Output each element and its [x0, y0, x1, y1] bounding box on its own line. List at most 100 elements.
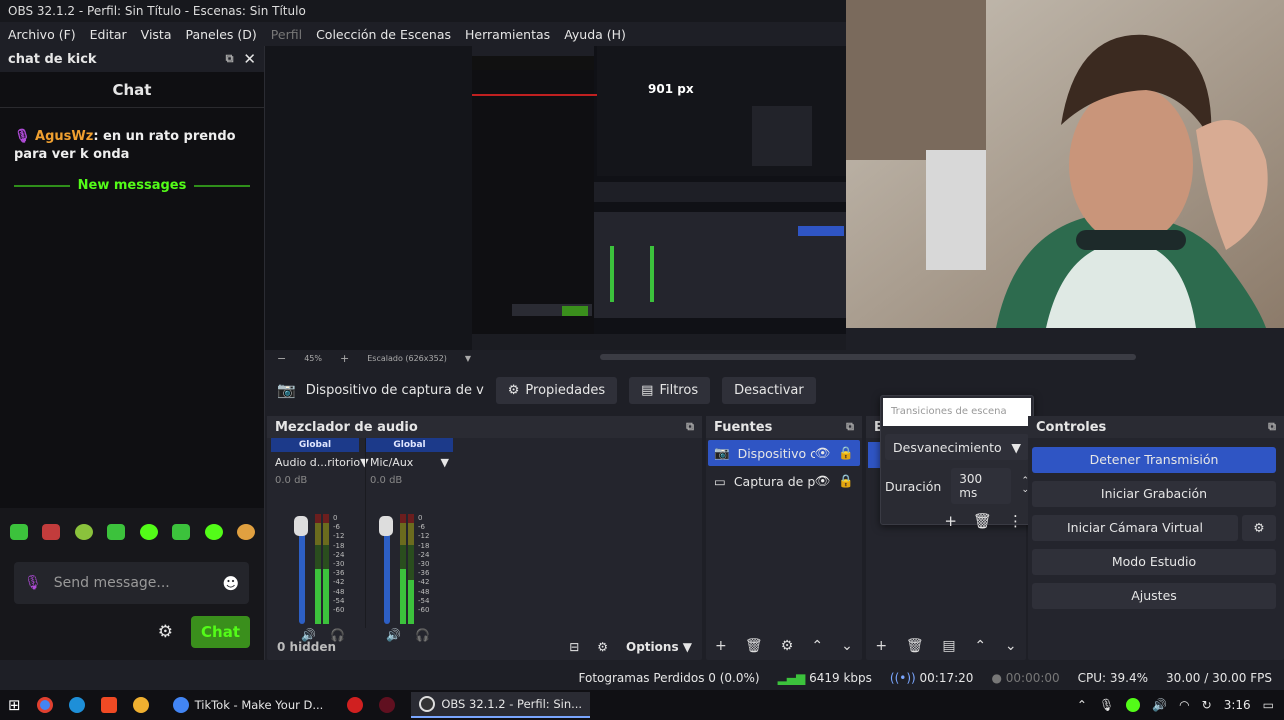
webcam-graphic: [846, 0, 1284, 328]
start-virtual-camera-button[interactable]: Iniciar Cámara Virtual: [1032, 515, 1238, 541]
options-button[interactable]: Options ▼: [626, 640, 692, 654]
add-icon[interactable]: +: [875, 638, 887, 654]
menu-perfil[interactable]: Perfil: [271, 27, 302, 42]
chevron-down-icon[interactable]: ▼: [441, 456, 449, 469]
emoji-icon[interactable]: ☻: [222, 574, 239, 593]
preview-scrollbar[interactable]: [600, 354, 1136, 360]
menu-bar: Archivo (F) Editar Vista Paneles (D) Per…: [0, 22, 846, 46]
menu-editar[interactable]: Editar: [90, 27, 127, 42]
taskbar-app-tiktok[interactable]: TikTok - Make Your D...: [165, 693, 332, 717]
filter-icon[interactable]: ▤: [942, 638, 955, 654]
volume-slider[interactable]: [294, 516, 308, 624]
broadcast-icon: ((•)): [889, 671, 916, 685]
properties-button[interactable]: ⚙ Propiedades: [495, 376, 618, 404]
source-item[interactable]: 📷 Dispositivo c 👁 🔒: [708, 440, 860, 466]
menu-herramientas[interactable]: Herramientas: [465, 27, 550, 42]
gear-icon[interactable]: ⚙: [158, 622, 173, 642]
chat-send-button[interactable]: Chat: [191, 616, 250, 648]
trash-icon[interactable]: 🗑: [745, 638, 763, 654]
float-icon[interactable]: ⧉: [1268, 420, 1276, 434]
arrow-up-icon[interactable]: ⌃: [811, 638, 823, 654]
float-icon[interactable]: ⧉: [226, 52, 234, 66]
taskbar-app-obs[interactable]: OBS 32.1.2 - Perfil: Sin...: [411, 692, 591, 718]
channel-label[interactable]: Audio d...ritorio ▼: [271, 452, 369, 469]
layout-icon[interactable]: ⊟: [569, 640, 579, 654]
advanced-audio-icon[interactable]: ⚙: [597, 640, 608, 654]
obs-window: OBS 32.1.2 - Perfil: Sin Título - Escena…: [0, 0, 1284, 720]
trash-icon[interactable]: 🗑: [973, 512, 992, 530]
gear-icon[interactable]: ⚙: [781, 638, 794, 654]
clock[interactable]: 3:16: [1224, 698, 1251, 712]
wifi-icon[interactable]: ◠: [1179, 698, 1189, 712]
trash-icon[interactable]: 🗑: [906, 638, 924, 654]
emote-icon[interactable]: [139, 524, 158, 540]
eye-icon[interactable]: 👁: [815, 473, 831, 489]
menu-coleccion[interactable]: Colección de Escenas: [316, 27, 451, 42]
arrow-up-icon[interactable]: ⌃: [974, 638, 986, 654]
menu-paneles[interactable]: Paneles (D): [186, 27, 257, 42]
opera-icon[interactable]: [347, 697, 364, 713]
channel-tag: Global: [271, 438, 359, 452]
record-icon: ●: [991, 671, 1002, 685]
duration-input[interactable]: 300 ms: [951, 468, 1012, 504]
opera-gx-icon[interactable]: [379, 697, 396, 713]
studio-mode-button[interactable]: Modo Estudio: [1032, 549, 1276, 575]
chrome-profile-icon[interactable]: [132, 697, 149, 713]
chevron-down-icon[interactable]: ▼: [1011, 440, 1021, 455]
float-icon[interactable]: ⧉: [686, 420, 694, 434]
transition-select[interactable]: Desvanecimiento ▼: [885, 434, 1029, 460]
windows-start-icon[interactable]: ⊞: [8, 696, 21, 714]
add-icon[interactable]: +: [715, 638, 727, 654]
menu-ayuda[interactable]: Ayuda (H): [564, 27, 626, 42]
eye-icon[interactable]: 👁: [815, 445, 831, 461]
close-icon[interactable]: ✕: [243, 50, 256, 68]
add-icon[interactable]: +: [944, 512, 957, 530]
zoom-in-icon[interactable]: +: [340, 352, 349, 365]
stop-streaming-button[interactable]: Detener Transmisión: [1032, 447, 1276, 473]
emote-icon[interactable]: [42, 524, 61, 540]
edge-icon[interactable]: [68, 697, 85, 713]
status-bar: Fotogramas Perdidos 0 (0.0%) ▂▄▆ 6419 kb…: [0, 666, 1284, 690]
chrome-icon[interactable]: [36, 697, 53, 713]
zoom-out-icon[interactable]: −: [277, 352, 286, 365]
volume-slider-knob[interactable]: [379, 516, 393, 536]
lock-icon[interactable]: 🔒: [838, 445, 854, 461]
chat-dock-title: chat de kick: [8, 51, 97, 67]
arrow-down-icon[interactable]: ⌄: [1005, 638, 1017, 654]
volume-slider[interactable]: [379, 516, 393, 624]
menu-vista[interactable]: Vista: [141, 27, 172, 42]
sync-icon[interactable]: ↻: [1202, 698, 1212, 712]
settings-button[interactable]: Ajustes: [1032, 583, 1276, 609]
brave-icon[interactable]: [100, 697, 117, 713]
emote-icon[interactable]: [204, 524, 223, 540]
lock-icon[interactable]: 🔒: [838, 473, 854, 489]
chat-username[interactable]: AgusWz: [35, 129, 93, 144]
chevron-up-icon[interactable]: ⌃: [1077, 698, 1087, 712]
start-recording-button[interactable]: Iniciar Grabación: [1032, 481, 1276, 507]
source-item[interactable]: ▭ Captura de p 👁 🔒: [708, 468, 860, 494]
volume-slider-knob[interactable]: [294, 516, 308, 536]
emote-icon[interactable]: [236, 524, 255, 540]
more-icon[interactable]: ⋮: [1008, 512, 1023, 530]
send-message-input[interactable]: 🎙 Send message... ☻: [14, 562, 249, 604]
arrow-down-icon[interactable]: ⌄: [841, 638, 853, 654]
virtual-camera-settings-button[interactable]: ⚙: [1242, 515, 1276, 541]
kick-tray-icon[interactable]: [1126, 698, 1141, 712]
notifications-icon[interactable]: ▭: [1263, 698, 1274, 712]
new-messages-divider[interactable]: New messages: [14, 178, 250, 193]
emote-icon[interactable]: [10, 524, 28, 540]
zoom-dropdown-icon[interactable]: ▼: [465, 354, 471, 363]
emote-icon[interactable]: [107, 524, 126, 540]
gear-icon: ⚙: [507, 382, 520, 398]
deactivate-button[interactable]: Desactivar: [722, 376, 816, 404]
float-icon[interactable]: ⧉: [846, 420, 854, 434]
menu-archivo[interactable]: Archivo (F): [8, 27, 76, 42]
volume-icon[interactable]: 🔊: [1152, 698, 1167, 712]
sources-header: Fuentes ⧉: [706, 416, 862, 438]
hidden-count[interactable]: 0 hidden: [277, 640, 336, 654]
channel-label[interactable]: Mic/Aux ▼: [366, 452, 453, 469]
emote-icon[interactable]: [74, 524, 93, 540]
emote-icon[interactable]: [172, 524, 191, 540]
filters-button[interactable]: ▤ Filtros: [629, 376, 711, 404]
microphone-icon[interactable]: 🎙: [1099, 698, 1114, 712]
